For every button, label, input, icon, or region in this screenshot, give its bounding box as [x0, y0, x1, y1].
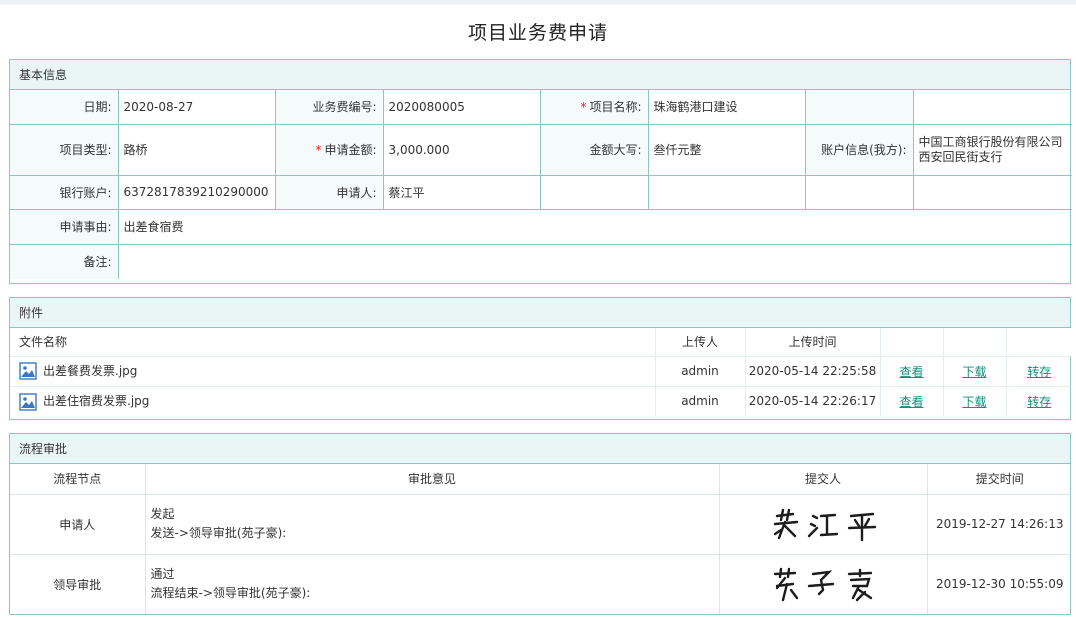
opinion-line1: 通过 [150, 567, 175, 582]
submit-time: 2019-12-30 10:55:09 [936, 577, 1064, 592]
account-info-label: 账户信息(我方): [804, 123, 914, 176]
fee-no-value: 2020080005 [382, 90, 541, 125]
table-row: 出差住宿费发票.jpg admin 2020-05-14 22:26:17 查看… [10, 386, 1072, 416]
page-title: 项目业务费申请 [467, 22, 608, 44]
submitter-signature [719, 554, 928, 614]
project-name-label: * 项目名称: [539, 90, 649, 125]
file-name: 出差住宿费发票.jpg [43, 394, 150, 408]
remark-value [117, 243, 1072, 279]
save-link[interactable]: 转存 [1027, 395, 1051, 409]
flow-header: 流程审批 [10, 434, 1070, 464]
flow-panel: 流程审批 流程节点 审批意见 提交人 提交时间 申请人 发起 发送->领导审批(… [9, 433, 1072, 615]
col-file-name: 文件名称 [10, 328, 655, 357]
signature-image [773, 508, 877, 542]
flow-table: 流程节点 审批意见 提交人 提交时间 申请人 发起 发送->领导审批(苑子豪): [10, 464, 1072, 614]
empty-value [912, 90, 1072, 125]
empty-cell [539, 174, 649, 210]
file-name-cell: 出差餐费发票.jpg [10, 356, 655, 387]
project-name-value: 珠海鹤港口建设 [647, 90, 806, 125]
col-upload-time: 上传时间 [744, 328, 880, 357]
col-download [942, 328, 1006, 357]
required-mark: * [580, 100, 587, 115]
account-info-line2: 西安回民街支行 [918, 149, 1003, 164]
basic-info-panel: 基本信息 日期: 2020-08-27 业务费编号: 2020080005 * 项… [9, 59, 1072, 284]
flow-node: 领导审批 [10, 554, 146, 614]
top-bar [0, 0, 1076, 5]
flow-node: 申请人 [10, 494, 146, 555]
upload-time: 2020-05-14 22:25:58 [744, 356, 880, 387]
bank-account-value: 6372817839210290000 [117, 174, 276, 210]
signature-image [773, 568, 873, 602]
flow-opinion: 发起 发送->领导审批(苑子豪): [145, 494, 720, 555]
col-submitter: 提交人 [719, 464, 928, 495]
col-view [879, 328, 943, 357]
project-type-value: 路桥 [117, 123, 276, 176]
empty-cell [912, 174, 1072, 210]
applicant-label: 申请人: [274, 174, 384, 210]
col-save [1005, 328, 1072, 357]
reason-label: 申请事由: [10, 208, 119, 245]
table-row: 申请人 发起 发送->领导审批(苑子豪): 2019-12-27 14:26:1… [10, 494, 1072, 555]
empty-cell [647, 174, 806, 210]
submit-time: 2019-12-27 14:26:13 [927, 494, 1072, 555]
empty-label [804, 90, 914, 125]
table-row: 领导审批 通过 流程结束->领导审批(苑子豪): 2019-12-30 10:5… [10, 554, 1072, 614]
date-label: 日期: [10, 90, 119, 125]
attachments-table: 文件名称 上传人 上传时间 出差餐费发票.jpg admin 2020-05-1… [10, 328, 1072, 416]
opinion-line1: 发起 [150, 507, 175, 521]
required-mark: * [315, 143, 322, 157]
opinion-line2: 流程结束->领导审批(苑子豪): [150, 586, 311, 601]
uploader: admin [654, 386, 745, 416]
attachments-header: 附件 [10, 298, 1070, 328]
basic-info-header: 基本信息 [10, 60, 1070, 90]
basic-info-table: 日期: 2020-08-27 业务费编号: 2020080005 * 项目名称: … [10, 90, 1072, 279]
amount-upper-label: 金额大写: [539, 123, 649, 176]
submitter-signature [719, 494, 928, 555]
col-node: 流程节点 [10, 464, 146, 495]
table-row: 出差餐费发票.jpg admin 2020-05-14 22:25:58 查看 … [10, 356, 1072, 387]
opinion-line2: 发送->领导审批(苑子豪): [150, 526, 287, 540]
col-time: 提交时间 [927, 464, 1072, 495]
file-name-cell: 出差住宿费发票.jpg [10, 386, 655, 416]
flow-opinion: 通过 流程结束->领导审批(苑子豪): [145, 554, 720, 614]
amount-upper-value: 叁仟元整 [647, 123, 806, 176]
download-link[interactable]: 下载 [962, 365, 986, 379]
applicant-value: 蔡江平 [382, 174, 541, 210]
attachments-panel: 附件 文件名称 上传人 上传时间 出差餐费发票.jpg admin 2020-0… [9, 297, 1072, 420]
bank-account-label: 银行账户: [10, 174, 119, 210]
fee-no-label: 业务费编号: [274, 90, 384, 125]
col-opinion: 审批意见 [145, 464, 720, 495]
amount-value: 3,000.000 [382, 123, 541, 176]
amount-label: * 申请金额: [274, 123, 384, 176]
project-type-label: 项目类型: [10, 123, 119, 176]
save-link[interactable]: 转存 [1027, 365, 1051, 379]
image-file-icon [19, 362, 37, 380]
empty-cell [804, 174, 914, 210]
file-name: 出差餐费发票.jpg [43, 363, 138, 378]
download-link[interactable]: 下载 [962, 395, 986, 409]
uploader: admin [654, 356, 745, 387]
upload-time: 2020-05-14 22:26:17 [744, 386, 880, 416]
reason-value: 出差食宿费 [117, 208, 1072, 245]
remark-label: 备注: [10, 243, 119, 279]
date-value: 2020-08-27 [117, 90, 276, 125]
view-link[interactable]: 查看 [899, 395, 923, 409]
col-uploader: 上传人 [654, 328, 745, 357]
view-link[interactable]: 查看 [899, 365, 923, 379]
account-info-value: 中国工商银行股份有限公司 西安回民街支行 [912, 123, 1072, 176]
image-file-icon [19, 392, 37, 411]
account-info-line1: 中国工商银行股份有限公司 [918, 134, 1063, 149]
